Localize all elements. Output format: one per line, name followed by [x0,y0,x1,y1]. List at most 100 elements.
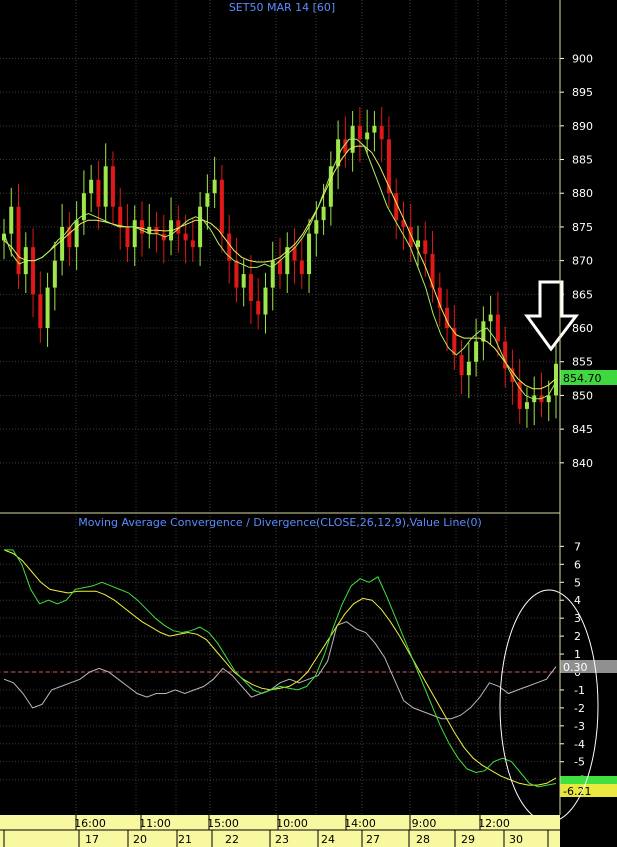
candle-body [416,240,420,248]
price-tick-label: 840 [572,457,593,470]
candle-body [140,220,144,234]
time-label: 16:00 [74,817,106,830]
date-label: 21 [178,833,192,846]
price-tick-label: 845 [572,423,593,436]
price-tick-label: 900 [572,52,593,65]
price-tick-label: 890 [572,120,593,133]
candle-body [546,395,551,403]
candle-body [96,179,101,207]
candle-body [307,233,312,275]
candle-body [103,166,108,207]
macd-tick-label: 7 [574,540,581,553]
candle-body [357,125,362,140]
candle-body [386,139,391,194]
candle-body [524,402,529,409]
price-tick-label: 880 [572,187,593,200]
date-label: 28 [416,833,430,846]
time-label: 14:00 [344,817,376,830]
candle-body [241,274,246,288]
price-chart-title: SET50 MAR 14 [60] [229,1,335,14]
candle-body [89,179,94,194]
macd-tick-label: 2 [574,630,581,643]
date-label: 23 [275,833,289,846]
macd-tick-label: 6 [574,558,581,571]
date-label: 20 [133,833,147,846]
macd-value-label: -6.21 [563,785,591,798]
candle-body [248,274,253,302]
time-label: 10:00 [276,817,308,830]
price-tick-label: 895 [572,86,593,99]
candle-body [299,260,304,275]
candle-body [52,260,57,288]
macd-tick-label: -2 [574,702,585,715]
candle-body [372,125,377,133]
candle-body [328,166,333,207]
candle-body [256,301,261,315]
candle-body [488,314,493,322]
candle-body [31,247,36,295]
price-tick-label: 870 [572,255,593,268]
price-tick-label: 855 [572,356,593,369]
macd-tick-label: -4 [574,738,585,751]
last-price-label: 854.70 [563,372,602,385]
value-line-badge: 0.30 [560,660,617,674]
candle-body [132,220,137,248]
candle-body [379,125,384,140]
candle-body [38,294,43,329]
macd-tick-label: -3 [574,720,585,733]
chart-canvas: SET50 MAR 14 [60] 840 845 850 855 860 865 870 8… [0,0,617,847]
price-tick-label: 860 [572,322,593,335]
time-label: 15:00 [207,817,239,830]
price-tick-label: 850 [572,389,593,402]
candle-body [321,206,326,221]
macd-chart-title: Moving Average Convergence / Divergence(… [78,516,482,529]
candle-body [219,179,224,234]
date-label: 17 [85,833,99,846]
candle-body [365,132,370,140]
candle-body [212,179,217,194]
candle-body [110,166,115,207]
macd-tick-label: 1 [574,648,581,661]
candle-body [125,226,130,248]
macd-tick-label: 4 [574,594,581,607]
candle-body [190,240,195,248]
candle-body [205,193,210,207]
last-price-badge: 854.70 [560,370,617,385]
date-label: 30 [509,833,523,846]
candle-body [60,226,65,261]
price-tick-label: 875 [572,221,593,234]
price-tick-label: 865 [572,288,593,301]
candle-body [481,321,486,342]
candle-body [118,206,123,227]
date-label: 22 [225,833,239,846]
date-label: 27 [366,833,380,846]
candle-body [183,233,188,241]
date-label: 24 [321,833,335,846]
price-tick-label: 885 [572,154,593,167]
date-label: 29 [461,833,475,846]
candle-body [45,287,50,329]
candle-body [495,314,500,342]
signal-badge [560,776,617,784]
candle-body [198,206,203,248]
macd-tick-label: 5 [574,576,581,589]
candle-body [466,361,471,376]
time-label: 12:00 [478,817,510,830]
time-label: 9:00 [412,817,437,830]
macd-tick-label: 3 [574,612,581,625]
candle-body [474,341,479,362]
time-label: 11:00 [139,817,171,830]
time-axis: 16:00 11:00 15:00 10:00 14:00 9:00 12:00 17 20 2… [0,815,560,847]
candle-body [270,260,275,288]
chart-background [0,0,617,847]
candle-body [423,240,428,254]
macd-value-badge: -6.21 [560,784,617,798]
candle-body [234,260,239,288]
candle-body [278,260,282,275]
candle-body [9,206,14,234]
value-line-label: 0.30 [563,661,588,674]
date-labels-group: 17 20 21 22 23 24 27 28 29 30 [3,830,549,847]
macd-tick-label: -1 [574,684,585,697]
candle-body [263,287,268,315]
candle-body [74,220,79,248]
